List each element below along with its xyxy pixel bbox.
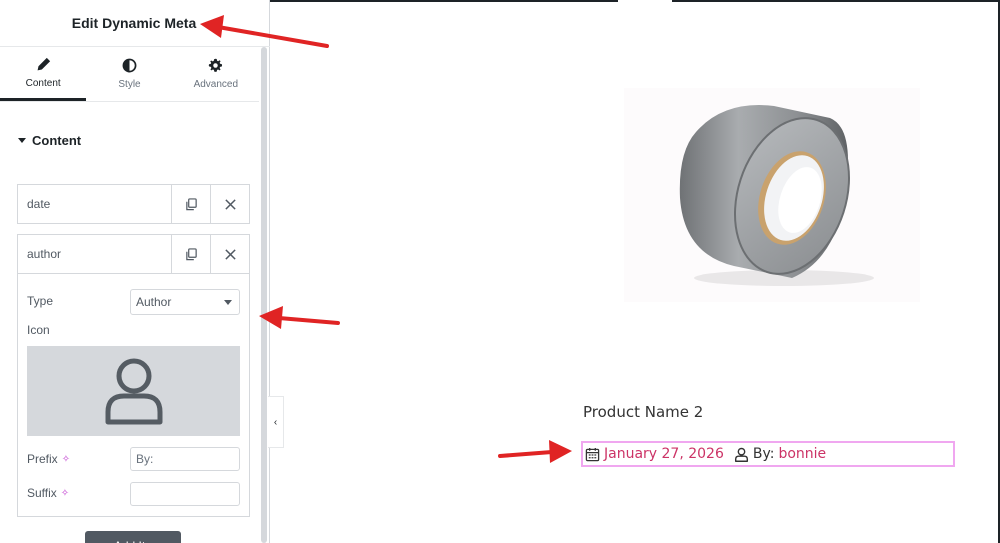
tab-content[interactable]: Content bbox=[0, 47, 87, 101]
half-circle-icon bbox=[122, 58, 137, 73]
tab-advanced[interactable]: Advanced bbox=[173, 47, 259, 101]
dynamic-tags-icon[interactable]: ✧ bbox=[62, 454, 70, 465]
gear-icon bbox=[209, 58, 223, 72]
prefix-label-text: Prefix bbox=[27, 452, 58, 466]
meta-date-link[interactable]: January 27, 2026 bbox=[604, 446, 724, 462]
tab-style-label: Style bbox=[118, 79, 141, 90]
panel-scrollbar[interactable] bbox=[261, 47, 267, 543]
add-item-button[interactable]: + Add Item bbox=[85, 531, 181, 543]
repeater-item-author[interactable]: author bbox=[17, 234, 250, 274]
repeater-item-date[interactable]: date bbox=[17, 184, 250, 224]
panel-header: Edit Dynamic Meta bbox=[0, 0, 270, 47]
section-toggle-content[interactable]: Content bbox=[18, 133, 81, 148]
user-icon bbox=[734, 447, 748, 462]
icon-label: Icon bbox=[27, 323, 50, 337]
remove-button[interactable] bbox=[210, 235, 249, 273]
tab-content-label: Content bbox=[25, 77, 61, 89]
panel-tabs: Content Style Advanced bbox=[0, 47, 259, 102]
pencil-icon bbox=[37, 57, 50, 70]
panel-title: Edit Dynamic Meta bbox=[71, 15, 197, 31]
icon-picker[interactable] bbox=[27, 346, 240, 436]
tab-advanced-label: Advanced bbox=[193, 79, 239, 90]
remove-button[interactable] bbox=[210, 185, 249, 223]
dynamic-meta-widget[interactable]: January 27, 2026 By: bonnie bbox=[581, 441, 955, 467]
user-icon bbox=[105, 358, 162, 425]
meta-author-link[interactable]: bonnie bbox=[778, 446, 826, 462]
close-icon bbox=[224, 198, 236, 210]
tab-style[interactable]: Style bbox=[86, 47, 172, 101]
preview-frame-top bbox=[270, 0, 618, 2]
product-name[interactable]: Product Name 2 bbox=[583, 403, 703, 421]
annotation-arrow-panel bbox=[259, 306, 340, 329]
section-title: Content bbox=[32, 133, 82, 148]
preview-frame-top bbox=[672, 0, 1000, 2]
suffix-input[interactable] bbox=[130, 482, 240, 506]
type-label: Type bbox=[27, 294, 54, 308]
calendar-icon bbox=[585, 447, 600, 461]
duplicate-button[interactable] bbox=[171, 185, 210, 223]
panel-collapse-button[interactable]: ‹ bbox=[268, 396, 284, 448]
editor-panel: Edit Dynamic Meta Content Style Advanced… bbox=[0, 0, 270, 543]
product-image bbox=[624, 88, 920, 302]
copy-icon bbox=[185, 247, 197, 260]
dynamic-tags-icon[interactable]: ✧ bbox=[61, 488, 69, 499]
prefix-input[interactable] bbox=[130, 447, 240, 471]
duplicate-button[interactable] bbox=[171, 235, 210, 273]
suffix-label-text: Suffix bbox=[27, 486, 57, 500]
type-select[interactable]: Author bbox=[130, 289, 240, 315]
meta-author-prefix: By: bbox=[752, 446, 775, 462]
duct-tape-image bbox=[679, 105, 874, 286]
caret-down-icon bbox=[18, 138, 26, 143]
prefix-label: Prefix ✧ bbox=[27, 452, 70, 466]
repeater-item-body: Type Author Icon Prefix ✧ Suffix ✧ bbox=[17, 273, 250, 517]
repeater-item-label: date bbox=[27, 197, 51, 211]
close-icon bbox=[224, 248, 236, 260]
annotation-arrow-meta bbox=[498, 440, 572, 463]
repeater-item-label: author bbox=[27, 247, 62, 261]
suffix-label: Suffix ✧ bbox=[27, 486, 69, 500]
chevron-down-icon bbox=[224, 300, 232, 305]
copy-icon bbox=[185, 197, 197, 210]
type-select-value: Author bbox=[136, 295, 172, 309]
